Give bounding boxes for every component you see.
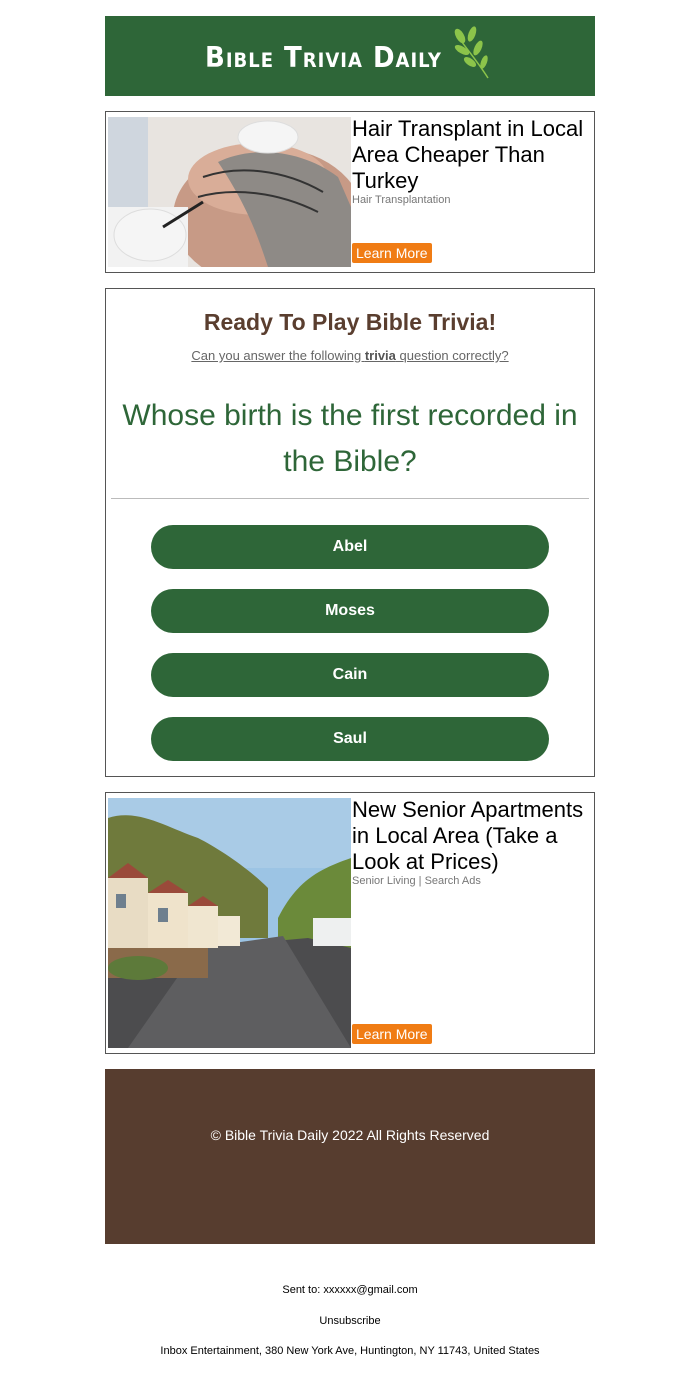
ad-text-block: Hair Transplant in Local Area Cheaper Th… — [352, 116, 588, 207]
ad-title[interactable]: New Senior Apartments in Local Area (Tak… — [352, 797, 588, 875]
learn-more-button[interactable]: Learn More — [352, 243, 432, 263]
header-banner[interactable]: Bible Trivia Daily — [105, 16, 595, 96]
ad-title[interactable]: Hair Transplant in Local Area Cheaper Th… — [352, 116, 588, 194]
subtitle-suffix: question correctly? — [395, 348, 509, 363]
answer-button-moses[interactable]: Moses — [151, 589, 549, 633]
answer-button-cain[interactable]: Cain — [151, 653, 549, 697]
unsubscribe-link[interactable]: Unsubscribe — [0, 1315, 700, 1327]
trivia-subtitle[interactable]: Can you answer the following trivia ques… — [106, 348, 594, 363]
subtitle-prefix: Can you answer the following — [191, 348, 365, 363]
learn-more-button[interactable]: Learn More — [352, 1024, 432, 1044]
ad-senior-apartments[interactable]: New Senior Apartments in Local Area (Tak… — [105, 792, 595, 1054]
senior-apartments-image[interactable] — [108, 798, 351, 1048]
subtitle-bold: trivia — [364, 348, 396, 363]
ad-text-block: New Senior Apartments in Local Area (Tak… — [352, 797, 588, 888]
answer-button-saul[interactable]: Saul — [151, 717, 549, 761]
trivia-title: Ready To Play Bible Trivia! — [203, 309, 497, 335]
trivia-card: Ready To Play Bible Trivia! Can you answ… — [105, 288, 595, 777]
copyright-text: © Bible Trivia Daily 2022 All Rights Res… — [210, 1127, 490, 1143]
hair-transplant-image[interactable] — [108, 117, 351, 267]
company-address: Inbox Entertainment, 380 New York Ave, H… — [160, 1345, 540, 1357]
sent-to-text: Sent to: xxxxxx@gmail.com — [282, 1284, 418, 1296]
leaf-icon — [454, 26, 489, 79]
trivia-question: Whose birth is the first recorded in the… — [122, 399, 578, 478]
logo-text: Bible Trivia Daily — [205, 41, 442, 75]
answer-button-abel[interactable]: Abel — [151, 525, 549, 569]
ad-source: Hair Transplantation — [352, 194, 451, 206]
footer: © Bible Trivia Daily 2022 All Rights Res… — [105, 1069, 595, 1244]
divider — [111, 498, 589, 499]
ad-hair-transplant[interactable]: Hair Transplant in Local Area Cheaper Th… — [105, 111, 595, 273]
ad-source: Senior Living | Search Ads — [352, 875, 481, 887]
